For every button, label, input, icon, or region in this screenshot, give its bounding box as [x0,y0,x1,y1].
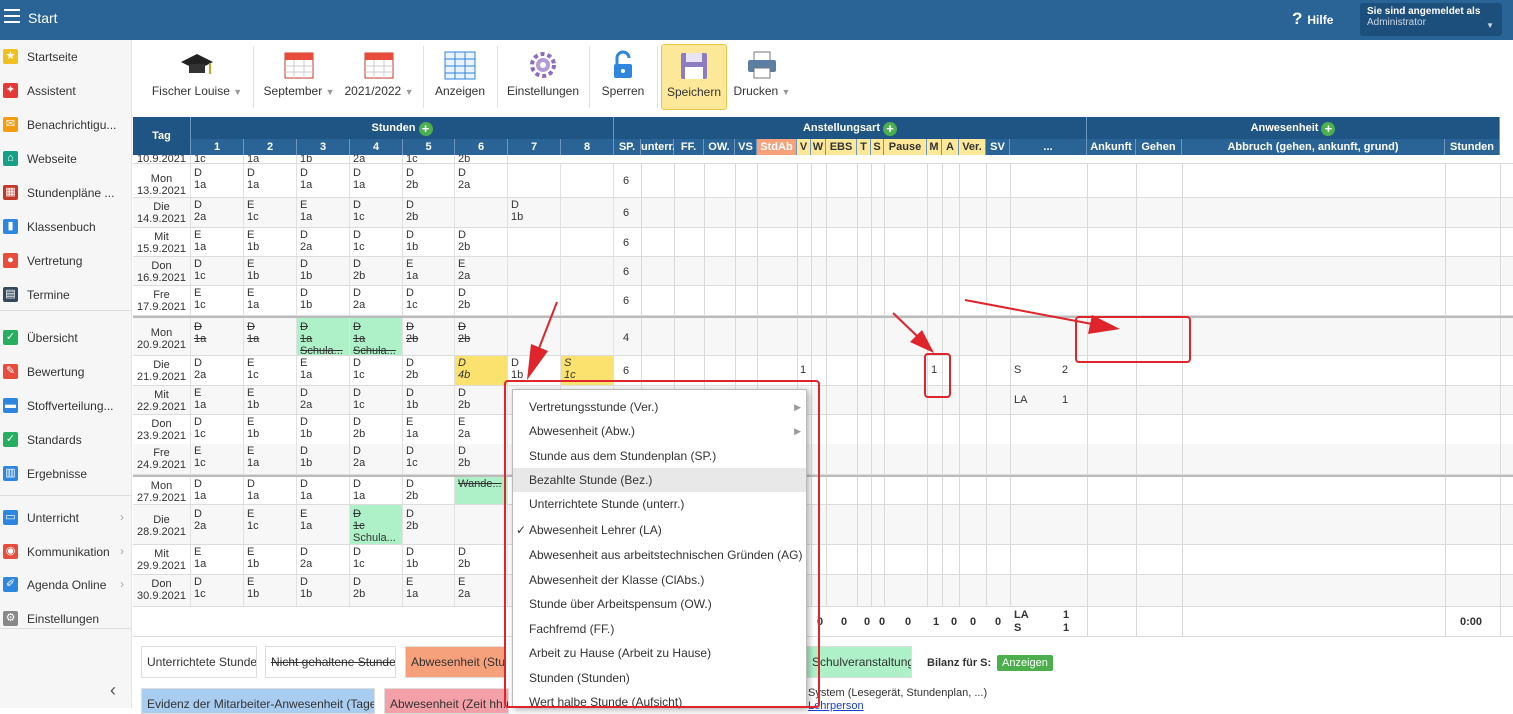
annotation-arrows [527,299,1120,380]
